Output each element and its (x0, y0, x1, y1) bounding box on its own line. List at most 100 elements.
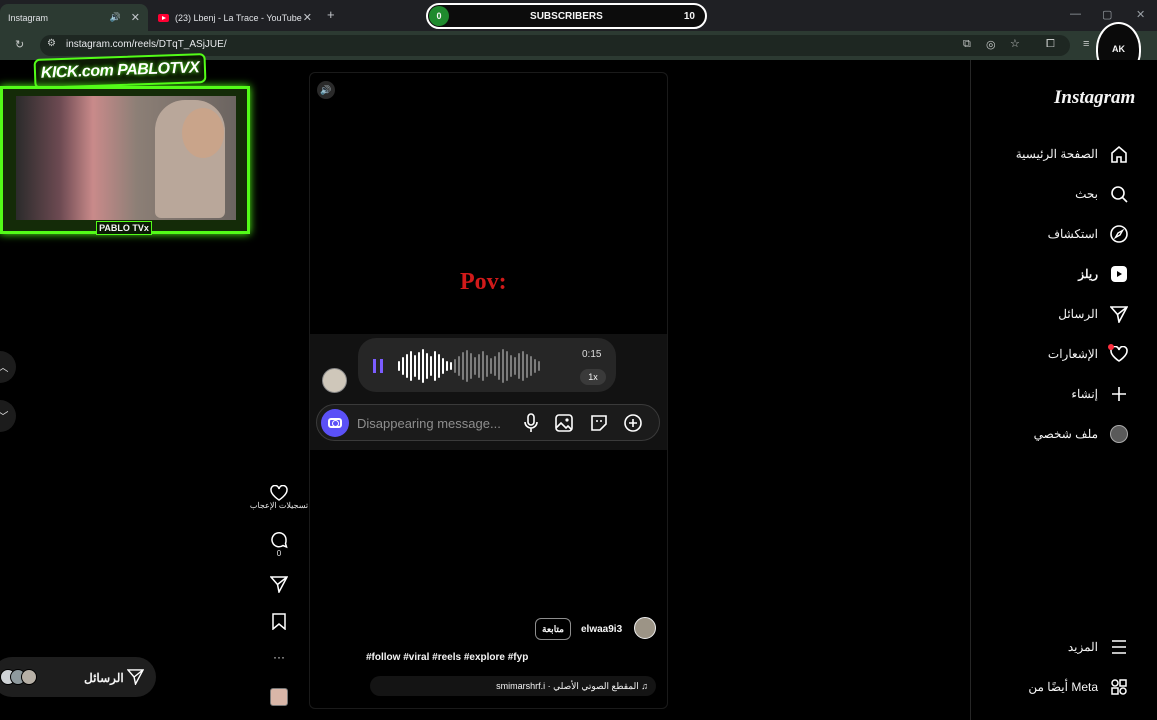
user-avatar[interactable] (634, 617, 656, 639)
more-options-button[interactable]: ··· (246, 650, 312, 664)
menu-icon (1108, 636, 1130, 658)
waveform-bar (454, 359, 456, 373)
waveform-bar (502, 349, 504, 383)
kick-logo: KICK.com PABLOTVX (33, 53, 207, 89)
close-window-icon[interactable]: ✕ (1136, 8, 1145, 21)
waveform-bar (538, 361, 540, 371)
nav-search[interactable]: بحث (980, 180, 1130, 208)
comment-action[interactable]: 0 (246, 531, 312, 558)
streamer-head (182, 108, 224, 158)
extensions-icon[interactable]: ⧠ (1046, 38, 1055, 51)
chat-avatar (21, 669, 37, 685)
minimize-icon[interactable]: — (1070, 8, 1081, 20)
nav-label: الصفحة الرئيسية (1015, 147, 1098, 161)
reel-hashtags[interactable]: #follow #viral #reels #explore #fyp (366, 652, 528, 663)
nav-notifications[interactable]: الإشعارات (980, 340, 1130, 368)
nav-label: المزيد (1067, 640, 1098, 654)
instagram-logo[interactable]: Instagram (1054, 87, 1135, 109)
maximize-icon[interactable]: ▢ (1102, 8, 1112, 21)
waveform-bar (530, 356, 532, 376)
nav-reels[interactable]: ريلز (980, 260, 1130, 288)
profile-icon (1108, 423, 1130, 445)
nav-explore[interactable]: استكشاف (980, 220, 1130, 248)
heart-icon[interactable] (246, 485, 312, 501)
like-action[interactable]: تسجيلات الإعجاب (246, 485, 312, 510)
speaker-icon[interactable]: 🔊 (110, 12, 121, 23)
message-input-placeholder[interactable]: Disappearing message... (357, 416, 501, 431)
voice-duration: 0:15 (582, 349, 602, 360)
waveform-bar (418, 352, 420, 380)
waveform-bar (514, 357, 516, 375)
tab-youtube[interactable]: (23) Lbenj - La Trace - YouTube ✕ (150, 4, 320, 31)
previous-reel-button[interactable]: ︿ (0, 351, 16, 383)
new-tab-button[interactable]: + (327, 7, 335, 22)
waveform-bar (414, 355, 416, 377)
nav-label: أيضًا من Meta (1028, 680, 1098, 694)
reel-username[interactable]: elwaa9i3 (581, 624, 622, 635)
bookmark-icon[interactable] (246, 613, 312, 630)
waveform-bar (470, 353, 472, 379)
nav-also-from-meta[interactable]: أيضًا من Meta (980, 673, 1130, 701)
nav-messages[interactable]: الرسائل (980, 300, 1130, 328)
waveform-bar (494, 356, 496, 376)
nav-label: استكشاف (1047, 227, 1098, 241)
search-icon (1108, 183, 1130, 205)
send-icon[interactable] (246, 576, 312, 593)
bookmark-star-icon[interactable]: ☆ (1010, 37, 1020, 50)
reading-list-icon[interactable]: ≡ (1083, 38, 1089, 50)
next-reel-button[interactable]: ﹀ (0, 400, 16, 432)
nav-create[interactable]: إنشاء (980, 380, 1130, 408)
pause-icon[interactable] (373, 359, 383, 373)
waveform-bar (438, 354, 440, 378)
playback-speed-button[interactable]: 1x (580, 369, 606, 385)
plus-icon (1108, 383, 1130, 405)
url-text[interactable]: instagram.com/reels/DTqT_ASjJUE/ (66, 39, 227, 50)
nav-home[interactable]: الصفحة الرئيسية (980, 140, 1130, 168)
youtube-icon (158, 13, 169, 22)
tab-title: Instagram (8, 12, 49, 23)
home-icon (1108, 143, 1130, 165)
follow-button[interactable]: متابعة (535, 618, 571, 640)
nav-profile[interactable]: ملف شخصي (980, 420, 1130, 448)
subscribers-goal-bar: 0 SUBSCRIBERS 10 (426, 3, 707, 29)
waveform-bar (486, 355, 488, 377)
nav-more[interactable]: المزيد (980, 633, 1130, 661)
sender-avatar (322, 368, 347, 393)
waveform-bar (402, 357, 404, 375)
add-circle-icon[interactable] (622, 412, 644, 434)
close-tab-icon[interactable]: ✕ (303, 11, 312, 24)
waveform-bar (462, 352, 464, 380)
nav-label: ريلز (1078, 267, 1098, 281)
messages-pill-label[interactable]: الرسائل (84, 671, 124, 685)
audio-thumbnail[interactable] (270, 688, 288, 706)
sticker-icon[interactable] (588, 412, 610, 434)
gallery-icon[interactable] (553, 412, 575, 434)
tab-instagram[interactable]: Instagram 🔊 ✕ (0, 4, 148, 31)
waveform-bar (506, 351, 508, 381)
microphone-icon[interactable] (520, 412, 542, 434)
waveform-bar (398, 361, 400, 371)
waveform-bar (446, 361, 448, 371)
install-app-icon[interactable]: ⧉ (963, 38, 971, 51)
comments-count: 0 (276, 549, 282, 558)
waveform-bar (474, 357, 476, 375)
chevron-up-icon: ︿ (0, 359, 9, 375)
tab-title: (23) Lbenj - La Trace - YouTube (175, 12, 302, 23)
share-action[interactable] (246, 576, 312, 593)
send-icon[interactable] (126, 669, 145, 690)
reel-audio-link[interactable]: smimarshrf.i · المقطع الصوتي الأصلي ♫ (370, 676, 656, 696)
save-action[interactable] (246, 613, 312, 630)
close-tab-icon[interactable]: ✕ (131, 11, 140, 24)
subscribers-goal: 10 (683, 10, 695, 22)
waveform-bar (482, 351, 484, 381)
camera-button[interactable] (321, 409, 349, 437)
tracking-eye-icon[interactable]: ◎ (986, 38, 996, 51)
likes-label: تسجيلات الإعجاب (249, 501, 309, 510)
waveform-bar (442, 358, 444, 374)
site-settings-icon[interactable]: ⚙ (47, 38, 56, 49)
reload-icon[interactable]: ↻ (15, 38, 24, 51)
comment-icon[interactable] (246, 531, 312, 549)
waveform-bar (410, 351, 412, 381)
waveform-bar (430, 356, 432, 376)
volume-icon[interactable]: 🔊 (317, 81, 335, 99)
